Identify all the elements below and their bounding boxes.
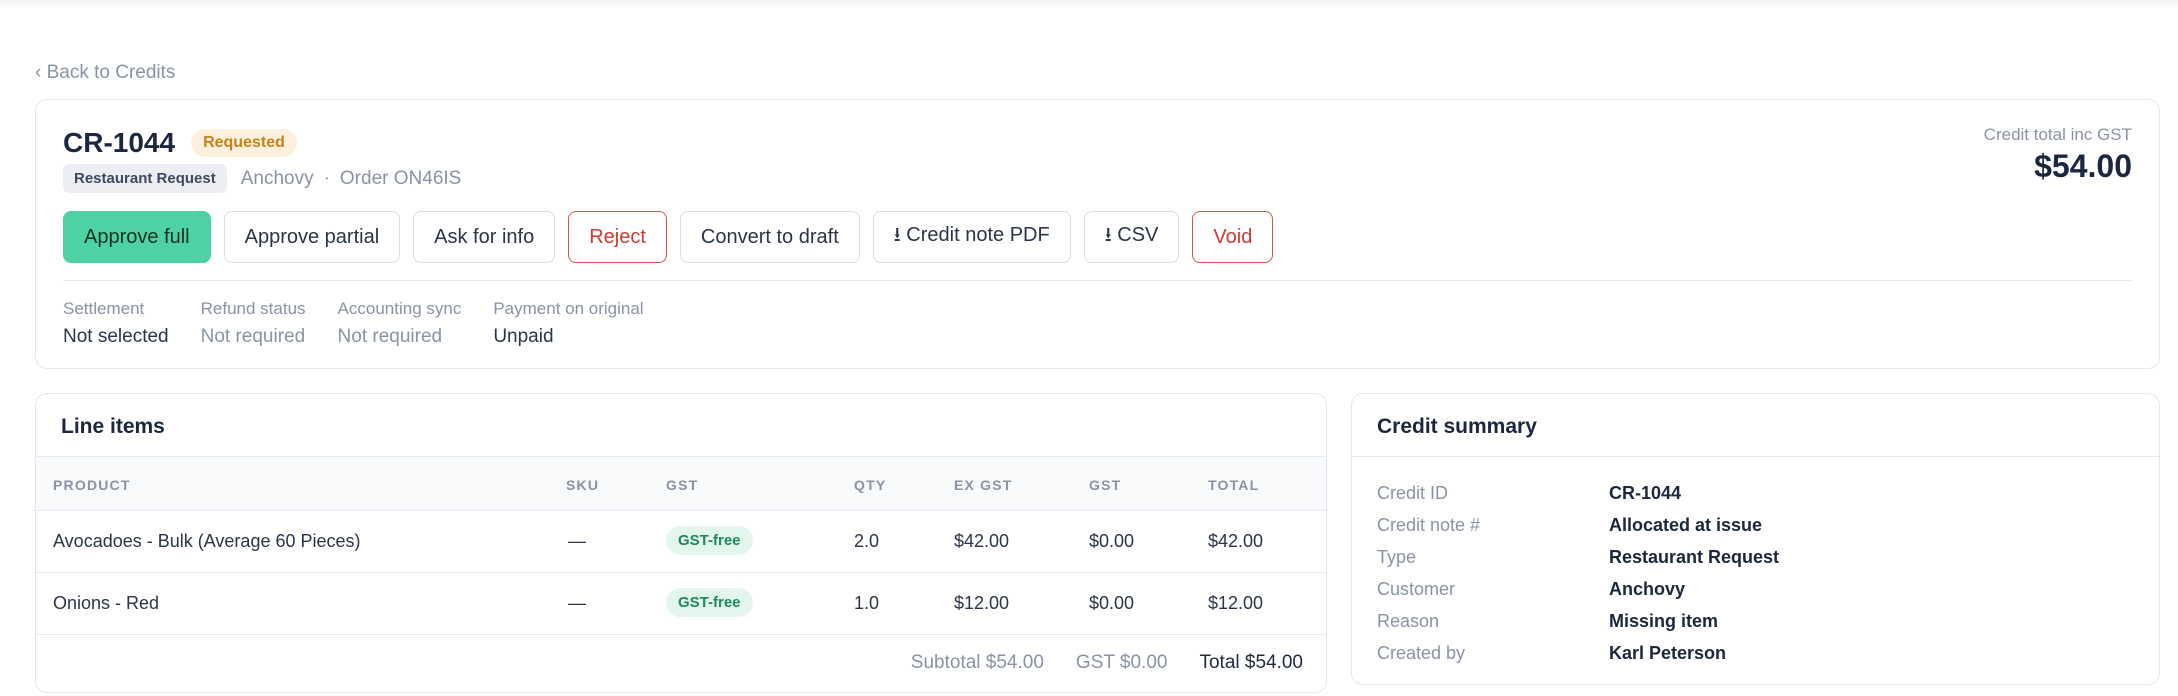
sku-cell: — — [568, 531, 586, 551]
status-settlement: Settlement Not selected — [63, 299, 169, 348]
summary-row-created-by: Created by Karl Peterson — [1377, 637, 1779, 669]
ask-for-info-button[interactable]: Ask for info — [413, 211, 556, 263]
column-header-ex-gst: EX GST — [954, 477, 1013, 493]
credit-total-value: $54.00 — [2034, 148, 2132, 184]
qty-cell: 1.0 — [854, 593, 880, 613]
column-header-total: TOTAL — [1208, 477, 1260, 493]
product-cell: Avocadoes - Bulk (Average 60 Pieces) — [53, 531, 361, 551]
status-value: Not required — [200, 326, 306, 347]
meta-separator: · — [323, 167, 330, 189]
status-payment-original: Payment on original Unpaid — [493, 299, 643, 348]
customer-name: Anchovy — [240, 167, 314, 189]
summary-row-reason: Reason Missing item — [1377, 605, 1779, 637]
csv-export-button[interactable]: ⭳ CSV — [1083, 211, 1180, 263]
credit-summary-card: Credit summary Credit ID CR-1044 Credit … — [1351, 393, 2160, 685]
topbar-shadow — [0, 0, 2178, 8]
gst-free-badge: GST-free — [666, 588, 753, 617]
qty-cell: 2.0 — [854, 531, 880, 551]
approve-partial-button[interactable]: Approve partial — [223, 211, 401, 263]
action-toolbar: Approve full Approve partial Ask for inf… — [63, 211, 1286, 263]
summary-key: Created by — [1377, 642, 1466, 663]
status-refund: Refund status Not required — [201, 299, 306, 348]
summary-value: Restaurant Request — [1609, 546, 1780, 567]
column-header-sku: SKU — [566, 477, 600, 493]
total-cell: $12.00 — [1208, 593, 1264, 613]
total-cell: $42.00 — [1208, 531, 1264, 551]
approve-full-button[interactable]: Approve full — [63, 211, 211, 263]
sku-cell: — — [568, 593, 586, 613]
gst-total-text: GST $0.00 — [1075, 652, 1168, 673]
column-header-gst-type: GST — [666, 477, 699, 493]
summary-row-credit-id: Credit ID CR-1044 — [1377, 477, 1779, 509]
product-cell: Onions - Red — [53, 593, 160, 613]
grand-total-text: Total $54.00 — [1199, 652, 1303, 673]
back-to-credits-link[interactable]: ‹ Back to Credits — [35, 62, 175, 84]
subtotal-text: Subtotal $54.00 — [910, 652, 1044, 673]
status-value: Unpaid — [493, 326, 554, 347]
credit-title-row: CR-1044 Requested — [63, 127, 297, 159]
summary-value: CR-1044 — [1609, 482, 1682, 503]
status-value: Not required — [337, 326, 443, 347]
status-label: Accounting sync — [337, 299, 462, 318]
summary-key: Type — [1377, 546, 1417, 567]
gst-cell: $0.00 — [1089, 531, 1135, 551]
summary-key: Credit note # — [1377, 514, 1481, 535]
page-title: CR-1044 — [63, 127, 176, 158]
summary-key: Reason — [1377, 610, 1440, 631]
status-badge: Requested — [191, 129, 297, 157]
line-items-title: Line items — [61, 415, 165, 438]
line-items-totals: Subtotal $54.00 GST $0.00 Total $54.00 — [879, 652, 1303, 674]
void-button[interactable]: Void — [1192, 211, 1274, 263]
summary-row-customer: Customer Anchovy — [1377, 573, 1779, 605]
ex-gst-cell: $12.00 — [954, 593, 1010, 613]
table-row[interactable]: Onions - Red — GST-free 1.0 $12.00 $0.00… — [36, 573, 1326, 635]
summary-divider — [1352, 456, 2159, 457]
summary-value: Anchovy — [1609, 578, 1686, 599]
summary-value: Missing item — [1609, 610, 1719, 631]
status-value: Not selected — [63, 326, 169, 347]
line-items-card: Line items PRODUCT SKU GST QTY EX GST GS… — [35, 393, 1327, 693]
gst-free-badge: GST-free — [666, 526, 753, 555]
summary-value: Allocated at issue — [1609, 514, 1763, 535]
order-reference: Order ON46IS — [339, 167, 462, 189]
status-label: Payment on original — [493, 299, 644, 318]
convert-to-draft-button[interactable]: Convert to draft — [679, 211, 860, 263]
summary-row-credit-note: Credit note # Allocated at issue — [1377, 509, 1779, 541]
reject-button[interactable]: Reject — [568, 211, 667, 263]
column-header-product: PRODUCT — [53, 477, 131, 493]
credit-header-card: CR-1044 Requested Restaurant Request Anc… — [35, 99, 2160, 369]
summary-key: Credit ID — [1377, 482, 1449, 503]
summary-row-type: Type Restaurant Request — [1377, 541, 1779, 573]
gst-cell: $0.00 — [1089, 593, 1135, 613]
column-header-qty: QTY — [854, 477, 887, 493]
ex-gst-cell: $42.00 — [954, 531, 1010, 551]
status-accounting-sync: Accounting sync Not required — [338, 299, 462, 348]
credit-meta-row: Restaurant Request Anchovy · Order ON46I… — [63, 164, 461, 193]
status-fields: Settlement Not selected Refund status No… — [63, 299, 676, 348]
credit-summary-title: Credit summary — [1377, 415, 1537, 438]
summary-key: Customer — [1377, 578, 1456, 599]
credit-note-pdf-button[interactable]: ⭳ Credit note PDF — [872, 211, 1071, 263]
column-header-gst: GST — [1089, 477, 1122, 493]
type-tag: Restaurant Request — [63, 164, 227, 193]
status-label: Settlement — [63, 299, 145, 318]
summary-value: Karl Peterson — [1609, 642, 1727, 663]
header-divider — [63, 280, 2132, 281]
credit-total-label: Credit total inc GST — [1983, 125, 2132, 144]
summary-list: Credit ID CR-1044 Credit note # Allocate… — [1377, 477, 1779, 669]
status-label: Refund status — [200, 299, 306, 318]
table-row[interactable]: Avocadoes - Bulk (Average 60 Pieces) — G… — [36, 511, 1326, 573]
line-items-header: PRODUCT SKU GST QTY EX GST GST TOTAL — [36, 456, 1326, 511]
